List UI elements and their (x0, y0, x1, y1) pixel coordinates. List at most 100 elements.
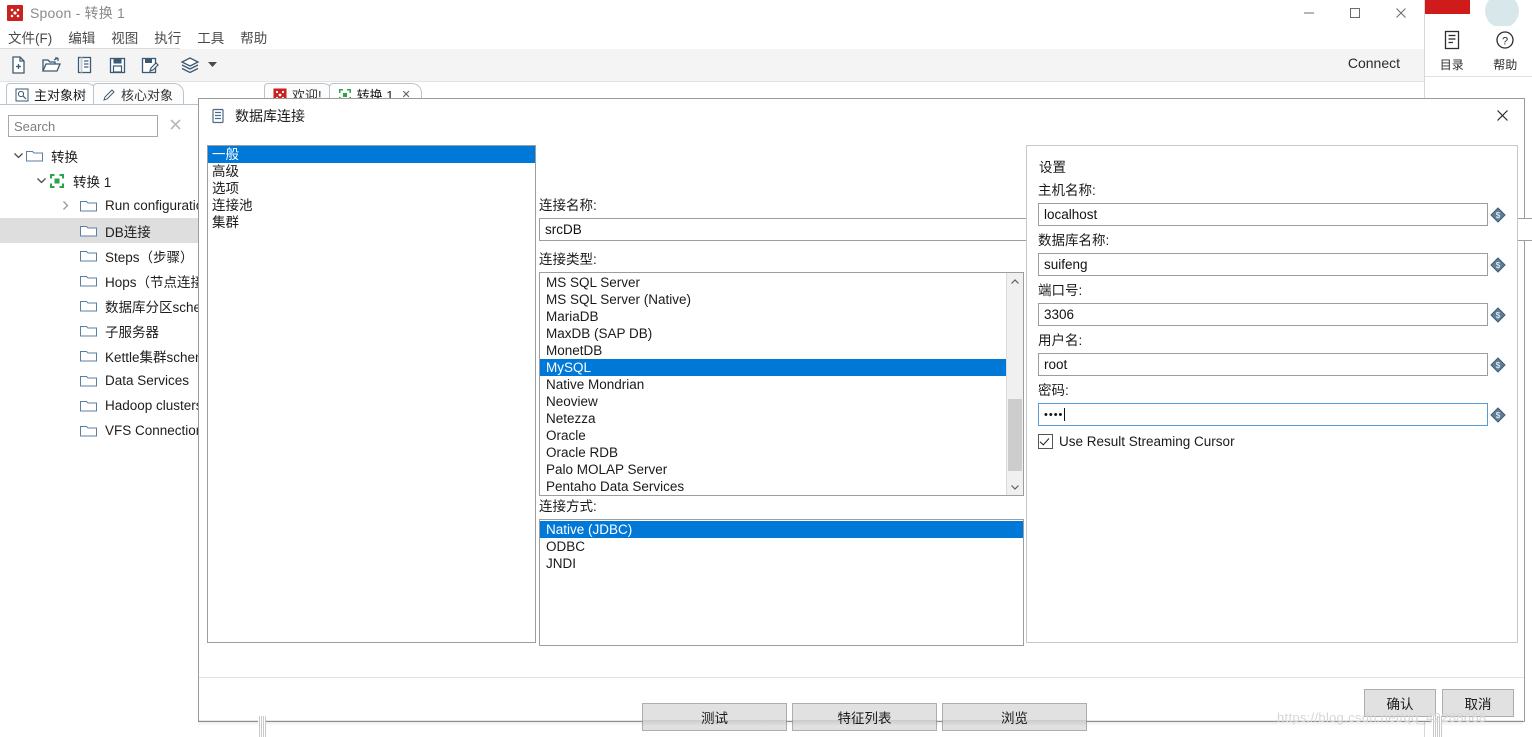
window-titlebar: Spoon - 转换 1 (0, 0, 1424, 26)
save-as-icon[interactable] (139, 54, 161, 76)
host-name-input[interactable]: localhost (1038, 203, 1488, 226)
variable-dollar-icon[interactable]: $ (1490, 356, 1506, 373)
tab-main-object-tree[interactable]: 主对象树 (6, 83, 98, 105)
canvas-scrollbar-fragment[interactable] (258, 716, 266, 737)
window-title: Spoon - 转换 1 (30, 5, 125, 21)
list-item[interactable]: MariaDB (540, 308, 1023, 325)
port-number-input[interactable]: 3306 (1038, 303, 1488, 326)
list-item[interactable]: Netezza (540, 410, 1023, 427)
svg-text:$: $ (1496, 361, 1501, 370)
menu-help[interactable]: 帮助 (232, 25, 275, 49)
list-item[interactable]: MonetDB (540, 342, 1023, 359)
password-input[interactable]: •••• (1038, 403, 1488, 426)
dialog-footer-divider (199, 677, 1524, 678)
menu-file[interactable]: 文件(F) (0, 25, 60, 49)
connect-label[interactable]: Connect (1348, 55, 1400, 71)
database-name-row: 数据库名称: suifeng $ (1038, 229, 1506, 276)
svg-text:$: $ (1496, 411, 1501, 420)
menu-view[interactable]: 视图 (103, 25, 146, 49)
contents-button[interactable]: 目录 (1440, 30, 1464, 73)
database-icon (210, 108, 226, 124)
list-item[interactable]: ODBC (540, 538, 1023, 555)
category-item-general[interactable]: 一般 (208, 146, 535, 163)
scroll-up-icon[interactable] (1007, 273, 1023, 289)
user-name-input[interactable]: root (1038, 353, 1488, 376)
list-item[interactable]: Oracle RDB (540, 444, 1023, 461)
list-item[interactable]: Oracle (540, 427, 1023, 444)
transformation-icon (49, 173, 65, 189)
category-item-clustering[interactable]: 集群 (208, 214, 535, 231)
chevron-down-icon[interactable] (10, 148, 26, 164)
clear-search-icon[interactable] (168, 117, 183, 136)
scrollbar-thumb[interactable] (1008, 399, 1022, 471)
spoon-icon (7, 5, 23, 21)
tab-core-objects[interactable]: 核心对象 (93, 83, 185, 105)
connection-type-scrollbar[interactable] (1006, 273, 1023, 495)
list-item[interactable]: JNDI (540, 555, 1023, 572)
menu-tools[interactable]: 工具 (189, 25, 232, 49)
variable-dollar-icon[interactable]: $ (1490, 306, 1506, 323)
list-item[interactable]: MS SQL Server (Native) (540, 291, 1023, 308)
list-item[interactable]: Native Mondrian (540, 376, 1023, 393)
category-item-advanced[interactable]: 高级 (208, 163, 535, 180)
list-item[interactable]: Neoview (540, 393, 1023, 410)
folder-icon (80, 224, 97, 237)
access-method-list[interactable]: Native (JDBC) ODBC JNDI (539, 519, 1024, 646)
feature-list-button[interactable]: 特征列表 (792, 703, 937, 731)
save-icon[interactable] (106, 54, 128, 76)
help-button[interactable]: ? 帮助 (1493, 30, 1517, 73)
host-name-label: 主机名称: (1038, 183, 1096, 198)
tree-item-label: 子服务器 (105, 324, 159, 340)
dialog-category-list[interactable]: 一般 高级 选项 连接池 集群 (207, 145, 536, 643)
new-file-icon[interactable] (7, 54, 29, 76)
result-streaming-cursor-checkbox[interactable]: Use Result Streaming Cursor (1038, 434, 1235, 449)
scroll-down-icon[interactable] (1007, 479, 1023, 495)
folder-icon (80, 424, 97, 437)
svg-text:?: ? (1502, 35, 1508, 47)
folder-icon (26, 149, 43, 162)
list-item-selected[interactable]: MySQL (540, 359, 1007, 376)
list-item[interactable]: MS SQL Server (540, 274, 1023, 291)
open-folder-icon[interactable] (40, 54, 62, 76)
chevron-right-icon[interactable] (58, 198, 74, 214)
variable-dollar-icon[interactable]: $ (1490, 256, 1506, 273)
contents-icon (1443, 30, 1461, 53)
close-icon[interactable] (1378, 0, 1424, 26)
maximize-icon[interactable] (1332, 0, 1378, 26)
settings-title: 设置 (1039, 160, 1066, 175)
dialog-close-icon[interactable] (1480, 99, 1524, 131)
explore-button[interactable]: 浏览 (942, 703, 1087, 731)
dialog-title: 数据库连接 (235, 107, 305, 124)
list-item[interactable]: MaxDB (SAP DB) (540, 325, 1023, 342)
list-icon[interactable] (73, 54, 95, 76)
variable-dollar-icon[interactable]: $ (1490, 206, 1506, 223)
list-item-selected[interactable]: Native (JDBC) (540, 521, 1023, 538)
tree-item-label: Steps（步骤） (105, 249, 194, 265)
checkbox-label: Use Result Streaming Cursor (1059, 434, 1235, 449)
menu-run[interactable]: 执行 (146, 25, 189, 49)
svg-text:$: $ (1496, 311, 1501, 320)
category-item-pooling[interactable]: 连接池 (208, 197, 535, 214)
dialog-titlebar: 数据库连接 (199, 99, 1524, 132)
minimize-icon[interactable] (1286, 0, 1332, 26)
menu-edit[interactable]: 编辑 (60, 25, 103, 49)
settings-group: 设置 主机名称: localhost $ 数据库名称: suifeng $ 端口… (1026, 145, 1518, 643)
test-button[interactable]: 测试 (642, 703, 787, 731)
avatar (1485, 0, 1519, 28)
port-number-row: 端口号: 3306 $ (1038, 279, 1506, 326)
background-app-toolbar: 目录 ? 帮助 (1425, 26, 1532, 77)
chevron-down-icon[interactable] (205, 55, 219, 75)
search-placeholder: Search (14, 118, 56, 134)
list-item[interactable]: Palo MOLAP Server (540, 461, 1023, 478)
database-name-input[interactable]: suifeng (1038, 253, 1488, 276)
checkbox-icon[interactable] (1038, 434, 1053, 449)
database-connection-dialog: 数据库连接 一般 高级 选项 连接池 集群 连接名称: srcDB 连接类型: … (198, 98, 1532, 731)
search-input[interactable]: Search (8, 115, 158, 137)
variable-dollar-icon[interactable]: $ (1490, 406, 1506, 423)
chevron-down-icon[interactable] (33, 173, 49, 189)
layers-icon[interactable] (179, 54, 201, 76)
contents-label: 目录 (1439, 57, 1464, 72)
list-item[interactable]: Pentaho Data Services (540, 478, 1023, 495)
connection-type-list[interactable]: MS SQL Server MS SQL Server (Native) Mar… (539, 272, 1024, 496)
category-item-options[interactable]: 选项 (208, 180, 535, 197)
